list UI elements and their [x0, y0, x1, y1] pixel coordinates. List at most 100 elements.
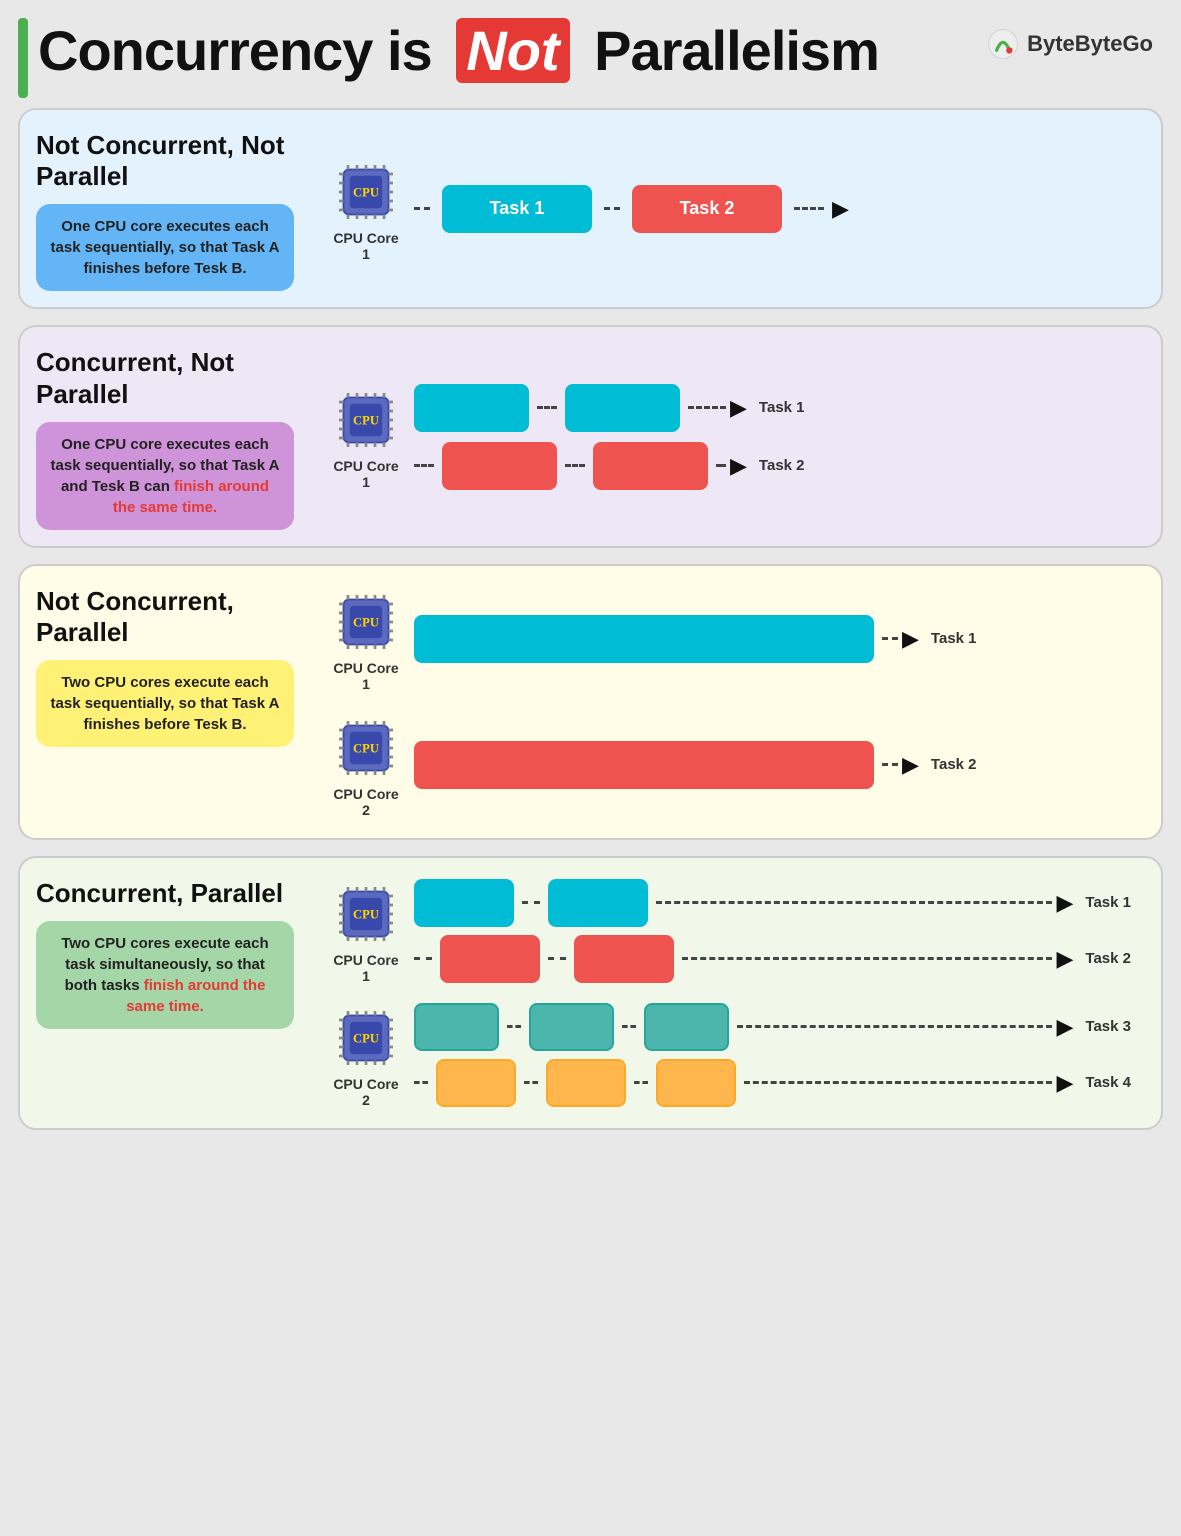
green-accent-bar	[18, 18, 28, 98]
task4-2-b	[574, 935, 674, 983]
task-label-2-1: Task 1	[759, 399, 805, 416]
task4-4-b	[546, 1059, 626, 1107]
cpu-core-label-3-1: CPU Core 1	[330, 660, 402, 692]
cpu-core-label-3-2: CPU Core 2	[330, 786, 402, 818]
cpu-group-3-2: CPU	[330, 712, 1131, 818]
cpu-group-2: CPU	[330, 384, 1131, 490]
dash-2	[604, 207, 620, 210]
task3-1-bar	[414, 615, 874, 663]
task-label-2-2: Task 2	[759, 457, 805, 474]
svg-text:CPU: CPU	[353, 741, 379, 755]
svg-text:CPU: CPU	[353, 413, 379, 427]
cpu-block-3-2: CPU	[330, 712, 402, 818]
header: Concurrency is Not Parallelism ByteByteG…	[18, 18, 1163, 98]
section-1-left: Not Concurrent, Not Parallel One CPU cor…	[20, 110, 310, 307]
cpu-core-label-4-1: CPU Core 1	[330, 952, 402, 984]
task4-1-b	[548, 879, 648, 927]
section-3-left: Not Concurrent, Parallel Two CPU cores e…	[20, 566, 310, 838]
arrow-4-2-1: ▶	[1056, 1014, 1073, 1040]
task4-4-c	[656, 1059, 736, 1107]
timeline-4-2-1: ▶ Task 3	[414, 1003, 1131, 1051]
cpu-core-label-1: CPU Core 1	[330, 230, 402, 262]
timeline-row-2-1: ▶ Task 1	[414, 384, 805, 432]
dash-1	[414, 207, 430, 210]
task2-a	[442, 442, 557, 490]
dash-3	[794, 207, 824, 210]
svg-text:CPU: CPU	[353, 615, 379, 629]
title-start: Concurrency is	[38, 20, 446, 82]
task-label-4-1-1: Task 1	[1085, 894, 1131, 911]
cpu-block-4-2: CPU	[330, 1002, 402, 1108]
logo-icon	[987, 28, 1019, 60]
task1-bar: Task 1	[442, 185, 592, 233]
section-2-title: Concurrent, Not Parallel	[36, 347, 294, 409]
cpu-block-3-1: CPU	[330, 586, 402, 692]
cpu-chip-3-1: CPU	[330, 586, 402, 658]
section-concurrent-parallel: Concurrent, Parallel Two CPU cores execu…	[18, 856, 1163, 1130]
title-end: Parallelism	[580, 20, 879, 82]
section-3-desc: Two CPU cores execute each task sequenti…	[36, 660, 294, 747]
timeline-3-1: ▶ Task 1	[414, 615, 977, 663]
section-4-title: Concurrent, Parallel	[36, 878, 294, 909]
section-3-right: CPU	[310, 566, 1161, 838]
task4-2-a	[440, 935, 540, 983]
not-word: Not	[456, 18, 569, 83]
timeline-3-2: ▶ Task 2	[414, 741, 977, 789]
section-not-concurrent-parallel: Not Concurrent, Parallel Two CPU cores e…	[18, 564, 1163, 840]
cpu-core-label-2: CPU Core 1	[330, 458, 402, 490]
task4-1-a	[414, 879, 514, 927]
task1-b	[565, 384, 680, 432]
cpu-chip-3-2: CPU	[330, 712, 402, 784]
timeline-4-2-2: ▶ Task 4	[414, 1059, 1131, 1107]
section-4-right: CPU	[310, 858, 1161, 1128]
task-label-4-1-2: Task 2	[1085, 950, 1131, 967]
timeline-4-1-1: ▶ Task 1	[414, 879, 1131, 927]
timeline-row-2-2: ▶ Task 2	[414, 442, 805, 490]
svg-text:CPU: CPU	[353, 1031, 379, 1045]
task2-bar: Task 2	[632, 185, 782, 233]
title-bar: Concurrency is Not Parallelism	[38, 18, 879, 83]
section-1-right: CPU	[310, 110, 1161, 307]
svg-text:CPU: CPU	[353, 185, 379, 199]
cpu-row-1: CPU	[330, 156, 849, 262]
arrow-4-1-2: ▶	[1056, 946, 1073, 972]
section-concurrent-not-parallel: Concurrent, Not Parallel One CPU core ex…	[18, 325, 1163, 547]
cpu-block-2: CPU	[330, 384, 402, 490]
section-1-title: Not Concurrent, Not Parallel	[36, 130, 294, 192]
highlight-red-4: finish around the same time.	[126, 977, 265, 1015]
task-label-3-1: Task 1	[931, 630, 977, 647]
arrow-1: ▶	[832, 196, 849, 222]
arrow-2-2: ▶	[730, 453, 747, 479]
cpu-block-1: CPU	[330, 156, 402, 262]
timeline-4-1-2: ▶ Task 2	[414, 935, 1131, 983]
cpu-group-1: CPU	[330, 156, 1131, 262]
highlight-red-2: finish around the same time.	[113, 478, 269, 516]
svg-text:CPU: CPU	[353, 907, 379, 921]
section-4-left: Concurrent, Parallel Two CPU cores execu…	[20, 858, 310, 1128]
task-label-4-2-2: Task 4	[1085, 1074, 1131, 1091]
cpu-group-3-1: CPU	[330, 586, 1131, 692]
cpu-group-4-1: CPU	[330, 878, 1131, 984]
cpu-core-label-4-2: CPU Core 2	[330, 1076, 402, 1108]
cpu-block-4-1: CPU	[330, 878, 402, 984]
brand-logo: ByteByteGo	[987, 28, 1153, 60]
section-1-desc: One CPU core executes each task sequenti…	[36, 204, 294, 291]
task2-b	[593, 442, 708, 490]
cpu-group-4-2: CPU	[330, 1002, 1131, 1108]
arrow-4-2-2: ▶	[1056, 1070, 1073, 1096]
arrow-4-1-1: ▶	[1056, 890, 1073, 916]
arrow-3-1: ▶	[902, 626, 919, 652]
arrow-3-2: ▶	[902, 752, 919, 778]
task3-2-bar	[414, 741, 874, 789]
section-not-concurrent-not-parallel: Not Concurrent, Not Parallel One CPU cor…	[18, 108, 1163, 309]
task4-3-a	[414, 1003, 499, 1051]
task4-3-c	[644, 1003, 729, 1051]
task4-4-a	[436, 1059, 516, 1107]
section-2-right: CPU	[310, 327, 1161, 545]
task1-a	[414, 384, 529, 432]
task-label-3-2: Task 2	[931, 756, 977, 773]
task-label-4-2-1: Task 3	[1085, 1018, 1131, 1035]
section-2-left: Concurrent, Not Parallel One CPU core ex…	[20, 327, 310, 545]
task4-3-b	[529, 1003, 614, 1051]
cpu-chip-4-1: CPU	[330, 878, 402, 950]
